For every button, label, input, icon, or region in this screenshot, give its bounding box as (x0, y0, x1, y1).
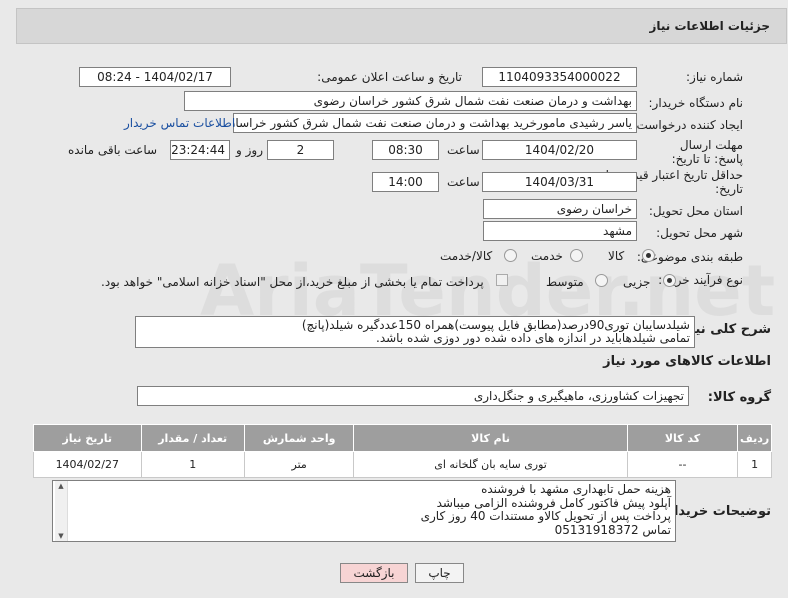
print-button[interactable]: چاپ (415, 563, 464, 583)
back-button[interactable]: بازگشت (340, 563, 408, 583)
province-field[interactable]: خراسان رضوی (483, 199, 637, 219)
buyer-note-line: هزینه حمل تابهداری مشهد با فروشنده (481, 482, 671, 496)
category-radio-goods[interactable] (642, 249, 655, 262)
description-line-2: تمامی شیلدهاباید در اندازه های داده شده … (376, 331, 690, 345)
need-number-field[interactable]: 1104093354000022 (482, 67, 637, 87)
process-medium-label: متوسط (546, 275, 584, 289)
reply-hour-label: ساعت (447, 143, 480, 157)
goods-table: ردیف کد کالا نام کالا واحد شمارش تعداد /… (33, 424, 772, 478)
cell-qty: 1 (140, 451, 245, 478)
col-unit: واحد شمارش (243, 424, 355, 452)
treasury-payment-checkbox[interactable] (496, 274, 508, 286)
page-header: جزئیات اطلاعات نیاز (16, 8, 787, 44)
announce-label: تاریخ و ساعت اعلان عمومی: (317, 70, 462, 84)
remaining-label: ساعت باقی مانده (68, 143, 158, 157)
process-radio-minor[interactable] (663, 274, 676, 287)
goods-group-label: گروه کالا: (707, 390, 771, 405)
col-name: نام کالا (353, 424, 628, 452)
buyer-org-label: نام دستگاه خریدار: (648, 96, 744, 110)
buyer-note-line: آپلود پیش فاکتور کامل فروشنده الزامی میب… (436, 495, 671, 510)
cell-unit: متر (243, 451, 355, 478)
days-label: روز و (236, 143, 263, 157)
cell-code: -- (626, 451, 739, 478)
buyer-notes-label: توضیحات خریدار: (661, 504, 771, 519)
category-radio-service[interactable] (570, 249, 583, 262)
buyer-org-field[interactable]: بهداشت و درمان صنعت نفت شمال شرق کشور خر… (184, 91, 637, 111)
reply-date-field[interactable]: 1404/02/20 (482, 140, 637, 160)
need-number-label: شماره نیاز: (686, 70, 743, 84)
price-hour-label: ساعت (447, 175, 480, 189)
price-time-field[interactable]: 14:00 (372, 172, 439, 192)
cell-date: 1404/02/27 (33, 451, 142, 478)
scroll-down-icon[interactable]: ▼ (55, 531, 67, 541)
col-qty: تعداد / مقدار (140, 424, 245, 452)
creator-field[interactable]: یاسر رشیدی مامورخرید بهداشت و درمان صنعت… (233, 113, 637, 133)
description-textarea[interactable]: شیلدسایبان توری90درصد(مطابق فایل پیوست)ه… (135, 316, 695, 348)
buyer-contact-link[interactable]: اطلاعات تماس خریدار (124, 116, 235, 130)
goods-section-title: اطلاعات کالاهای مورد نیاز (603, 354, 771, 369)
col-code: کد کالا (626, 424, 739, 452)
remaining-time-field[interactable]: 23:24:44 (170, 140, 230, 160)
announce-field[interactable]: 1404/02/17 - 08:24 (79, 67, 231, 87)
scroll-up-icon[interactable]: ▲ (55, 481, 67, 491)
treasury-payment-note: پرداخت تمام یا بخشی از مبلغ خرید،از محل … (101, 275, 484, 289)
city-field[interactable]: مشهد (483, 221, 637, 241)
category-goods-service-label: کالا/خدمت (440, 249, 493, 263)
province-label: استان محل تحویل: (648, 204, 743, 218)
cell-row: 1 (737, 451, 772, 478)
days-field[interactable]: 2 (267, 140, 334, 160)
buyer-note-line: پرداخت پس از تحویل کالاو مستندات 40 روز … (420, 509, 671, 523)
process-radio-medium[interactable] (595, 274, 608, 287)
cell-name: توری سایه بان گلخانه ای (353, 451, 628, 478)
reply-deadline-label: مهلت ارسال پاسخ: تا تاریخ: (671, 138, 743, 166)
col-row: ردیف (737, 424, 772, 452)
category-radio-goods-service[interactable] (504, 249, 517, 262)
category-goods-label: کالا (608, 249, 625, 263)
creator-label: ایجاد کننده درخواست: (632, 118, 743, 132)
goods-group-field[interactable]: تجهیزات کشاورزی، ماهیگیری و جنگل‌داری (137, 386, 689, 406)
col-date: تاریخ نیاز (33, 424, 142, 452)
city-label: شهر محل تحویل: (656, 226, 743, 240)
page-title: جزئیات اطلاعات نیاز (649, 19, 770, 33)
notes-scrollbar[interactable]: ▲ ▼ (55, 481, 68, 541)
price-date-field[interactable]: 1404/03/31 (482, 172, 637, 192)
buyer-notes-textarea[interactable]: هزینه حمل تابهداری مشهد با فروشنده آپلود… (52, 480, 676, 542)
category-service-label: خدمت (531, 249, 563, 263)
buyer-note-line: تماس 05131918372 (554, 522, 671, 537)
table-row[interactable]: 1 -- توری سایه بان گلخانه ای متر 1 1404/… (33, 451, 772, 478)
process-minor-label: جزیی (623, 275, 651, 289)
reply-time-field[interactable]: 08:30 (372, 140, 439, 160)
